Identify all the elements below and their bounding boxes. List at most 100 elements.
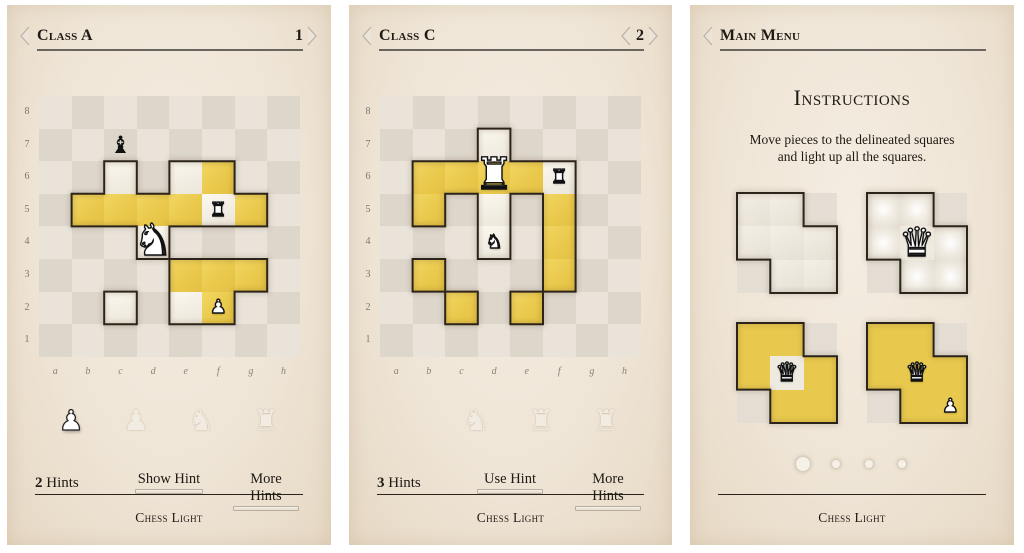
page-dot[interactable]: [898, 460, 906, 468]
file-label: c: [118, 366, 123, 377]
file-label: b: [426, 366, 432, 377]
hint-count: 2 Hints: [35, 475, 79, 492]
queen-icon: ♛: [905, 357, 930, 388]
next-level-arrow-icon[interactable]: [647, 26, 659, 46]
rank-label: 6: [24, 171, 30, 183]
tray-knight-icon: ♞: [463, 403, 489, 437]
tray-rook-icon: ♜: [528, 403, 554, 437]
rank-label: 2: [24, 301, 30, 313]
tray-pawn-icon[interactable]: ♟: [51, 400, 91, 440]
file-label: f: [557, 366, 561, 377]
rank-label: 5: [365, 203, 371, 215]
show-hint-label: Show Hint: [137, 471, 201, 487]
instructions-title: Instructions: [793, 85, 911, 110]
rank-label: 3: [365, 269, 371, 280]
rank-label: 1: [24, 334, 30, 346]
tray-rook-icon: ♜: [253, 403, 279, 437]
rank-label: 2: [365, 301, 371, 313]
rank-label: 8: [365, 106, 371, 117]
instructions-line-1: Move pieces to the delineated squares: [749, 132, 955, 147]
chess-board[interactable]: ♝ ♞ ♜ ♟ 8 7 6 5 4 3 2 1 a b c d e f g h: [25, 96, 300, 377]
level-screen-class-c: Class C 2 ♜ ♜ ♞ 8 7 6 5 4 3 2 1 a b c d e f g h ♞ ♜ ♜ 3 Hint…: [349, 5, 672, 545]
level-screen-class-a: Class A 1 ♝ ♞ ♜ ♟ 8 7 6 5 4 3 2 1 a b c d e f g h ♟ ♟ ♞ ♜ 2 Hi…: [7, 5, 331, 545]
rank-label: 6: [365, 171, 371, 183]
header-bar: Class C 2: [379, 25, 644, 51]
class-title: Class C: [379, 27, 436, 44]
demo-step-2: ♛: [866, 192, 968, 294]
hints-row: 3 Hints Use Hint More Hints: [377, 471, 644, 511]
back-arrow-icon[interactable]: [702, 26, 714, 46]
more-hints-button[interactable]: More Hints: [575, 471, 641, 511]
file-label: g: [589, 366, 595, 377]
app-footer-title: Chess Light: [818, 510, 886, 525]
class-title: Class A: [37, 27, 93, 44]
queen-icon: ♛: [898, 219, 935, 266]
rank-label: 3: [24, 269, 30, 280]
rook-icon[interactable]: ♜: [202, 194, 235, 227]
level-number: 1: [295, 27, 303, 44]
footer-divider: [718, 471, 986, 495]
target-shape-outline: [411, 127, 577, 326]
demo-step-3: ♛: [736, 322, 838, 424]
demo-outline-path: [736, 192, 838, 294]
demo-shape-outline: [736, 192, 838, 294]
tray-pawn-icon: ♟: [123, 403, 149, 437]
file-label: c: [459, 366, 464, 377]
knight-icon[interactable]: ♞: [133, 218, 174, 263]
main-menu-button[interactable]: Main Menu: [720, 27, 800, 45]
app-footer-title: Chess Light: [135, 510, 203, 525]
more-hints-label: More Hints: [592, 471, 624, 504]
file-label: b: [85, 366, 91, 377]
rook-icon[interactable]: ♜: [543, 161, 576, 194]
rank-label: 5: [24, 203, 30, 215]
prev-class-arrow-icon[interactable]: [361, 26, 373, 46]
rank-label: 4: [365, 236, 371, 248]
file-label: e: [183, 366, 188, 377]
prev-level-arrow-icon[interactable]: [620, 26, 632, 46]
hints-row: 2 Hints Show Hint More Hints: [35, 471, 303, 511]
knight-icon[interactable]: ♞: [478, 226, 511, 259]
rook-icon[interactable]: ♜: [474, 153, 515, 198]
rank-label: 8: [24, 106, 30, 117]
pawn-icon[interactable]: ♟: [202, 292, 235, 325]
page-dot-active[interactable]: [796, 457, 810, 471]
rank-label: 4: [24, 236, 30, 248]
rank-label: 1: [365, 334, 371, 346]
file-label: d: [491, 366, 497, 377]
instructions-line-2: and light up all the squares.: [777, 149, 927, 164]
use-hint-label: Use Hint: [484, 471, 536, 487]
prev-class-arrow-icon[interactable]: [19, 26, 31, 46]
file-label: a: [52, 366, 58, 377]
instructions-text: Move pieces to the delineated squares an…: [690, 131, 1014, 165]
file-label: e: [524, 366, 529, 377]
page-dot[interactable]: [832, 460, 840, 468]
tray-rook-icon: ♜: [593, 403, 619, 437]
header-bar: Main Menu: [720, 25, 986, 51]
file-label: a: [393, 366, 399, 377]
hint-count: 3 Hints: [377, 475, 421, 492]
hint-count-number: 3: [377, 475, 385, 491]
show-hint-button[interactable]: Show Hint: [135, 471, 203, 494]
hint-count-label: Hints: [388, 475, 421, 491]
file-label: d: [150, 366, 156, 377]
bishop-icon[interactable]: ♝: [104, 129, 137, 162]
rank-label: 7: [365, 138, 371, 150]
more-hints-button[interactable]: More Hints: [233, 471, 299, 511]
more-hints-label: More Hints: [250, 471, 282, 504]
header-bar: Class A 1: [37, 25, 303, 51]
hint-count-label: Hints: [46, 475, 79, 491]
page-dot[interactable]: [865, 460, 873, 468]
tray-knight-icon: ♞: [188, 403, 214, 437]
chess-board[interactable]: ♜ ♜ ♞ 8 7 6 5 4 3 2 1 a b c d e f g h: [366, 96, 641, 377]
pawn-icon: ♟: [941, 394, 959, 417]
next-level-arrow-icon[interactable]: [306, 26, 318, 46]
app-footer-title: Chess Light: [476, 510, 545, 525]
demo-step-4: ♛ ♟: [866, 322, 968, 424]
demo-step-1: [736, 192, 838, 294]
file-label: g: [248, 366, 254, 377]
piece-tray: ♞ ♜ ♜: [381, 400, 644, 440]
level-number: 2: [636, 27, 644, 44]
use-hint-button[interactable]: Use Hint: [477, 471, 543, 494]
file-label: f: [216, 366, 220, 377]
queen-icon: ♛: [775, 357, 800, 388]
